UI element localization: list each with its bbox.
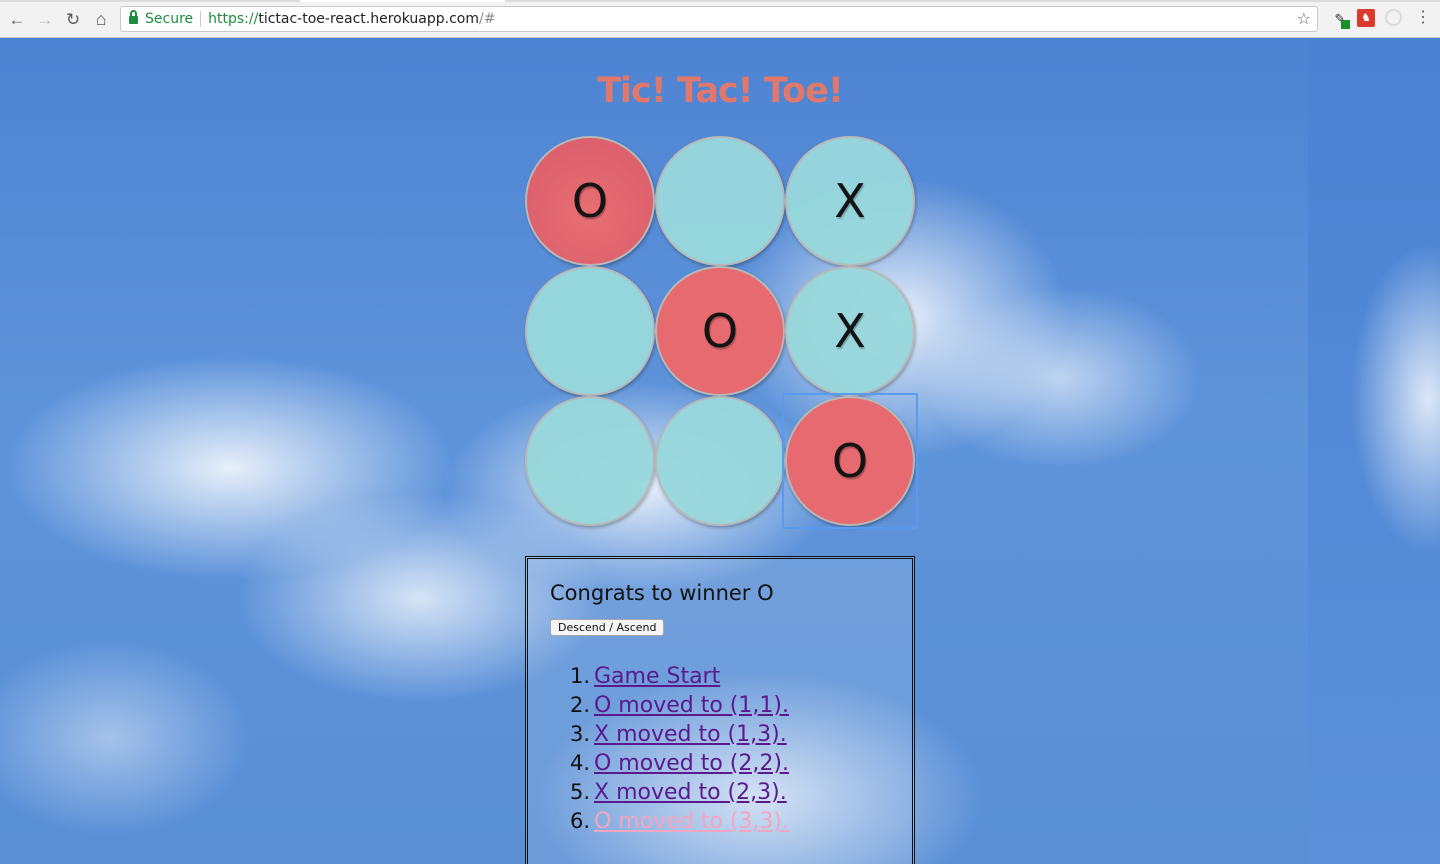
- reload-icon[interactable]: ↻: [62, 8, 84, 30]
- winner-status: Congrats to winner O: [550, 581, 774, 605]
- sky-background-tile: [1308, 38, 1440, 864]
- url-text[interactable]: https://tictac-toe-react.herokuapp.com/#: [208, 11, 495, 27]
- menu-dots-icon[interactable]: ⋮: [1414, 9, 1432, 27]
- browser-toolbar: ← → ↻ ⌂ Secure https://tictac-toe-react.…: [0, 0, 1440, 38]
- board-cell[interactable]: [655, 136, 785, 266]
- board-cell[interactable]: X: [785, 136, 915, 266]
- tab-strip: [0, 0, 1440, 2]
- address-bar[interactable]: Secure https://tictac-toe-react.herokuap…: [120, 6, 1318, 32]
- back-icon[interactable]: ←: [6, 8, 28, 30]
- forward-icon[interactable]: →: [34, 8, 56, 30]
- pen-extension-icon[interactable]: ✎: [1331, 9, 1350, 29]
- board-cell[interactable]: X: [785, 266, 915, 396]
- move-number: 5.: [569, 780, 590, 804]
- board-cell[interactable]: O: [785, 396, 915, 526]
- url-scheme: https://: [208, 11, 259, 27]
- page-title: Tic! Tac! Toe!: [597, 71, 844, 111]
- move-number: 2.: [569, 693, 590, 717]
- move-link[interactable]: X moved to (1,3).: [594, 722, 787, 747]
- move-link[interactable]: X moved to (2,3).: [594, 780, 787, 805]
- board-cell[interactable]: O: [655, 266, 785, 396]
- move-number: 6.: [569, 809, 590, 833]
- move-item: 1. Game Start: [566, 662, 789, 691]
- move-history-list: 1. Game Start 2. O moved to (1,1). 3. X mov…: [566, 662, 789, 836]
- move-item: 2. O moved to (1,1).: [566, 691, 789, 720]
- move-item-current: 6. O moved to (3,3).: [566, 807, 789, 836]
- move-link-current[interactable]: O moved to (3,3).: [594, 809, 789, 834]
- board-cell[interactable]: [525, 266, 655, 396]
- game-extension-icon[interactable]: ♞: [1357, 9, 1375, 27]
- move-number: 4.: [569, 751, 590, 775]
- secure-label: Secure: [145, 11, 194, 27]
- move-item: 4. O moved to (2,2).: [566, 749, 789, 778]
- move-number: 1.: [569, 664, 590, 688]
- move-link[interactable]: O moved to (1,1).: [594, 693, 789, 718]
- move-item: 3. X moved to (1,3).: [566, 720, 789, 749]
- board-cell[interactable]: [655, 396, 785, 526]
- sort-toggle-button[interactable]: Descend / Ascend: [550, 619, 665, 636]
- circle-extension-icon[interactable]: [1385, 9, 1402, 26]
- page-viewport: Tic! Tac! Toe! O X O X O Congrats to win…: [0, 38, 1440, 864]
- active-tab[interactable]: [300, 0, 505, 2]
- board-cell[interactable]: [525, 396, 655, 526]
- game-board: O X O X O: [525, 136, 918, 529]
- move-link[interactable]: O moved to (2,2).: [594, 751, 789, 776]
- url-host: tictac-toe-react.herokuapp.com: [258, 11, 479, 27]
- home-icon[interactable]: ⌂: [90, 8, 112, 30]
- game-info-panel: Congrats to winner O Descend / Ascend 1.…: [525, 556, 915, 864]
- bookmark-star-icon[interactable]: ☆: [1297, 10, 1311, 28]
- omnibox-divider: [200, 11, 202, 27]
- board-cell[interactable]: O: [525, 136, 655, 266]
- lock-icon: [129, 9, 138, 26]
- move-number: 3.: [569, 722, 590, 746]
- move-item: 5. X moved to (2,3).: [566, 778, 789, 807]
- url-rest: /#: [478, 11, 496, 27]
- move-link[interactable]: Game Start: [594, 664, 720, 689]
